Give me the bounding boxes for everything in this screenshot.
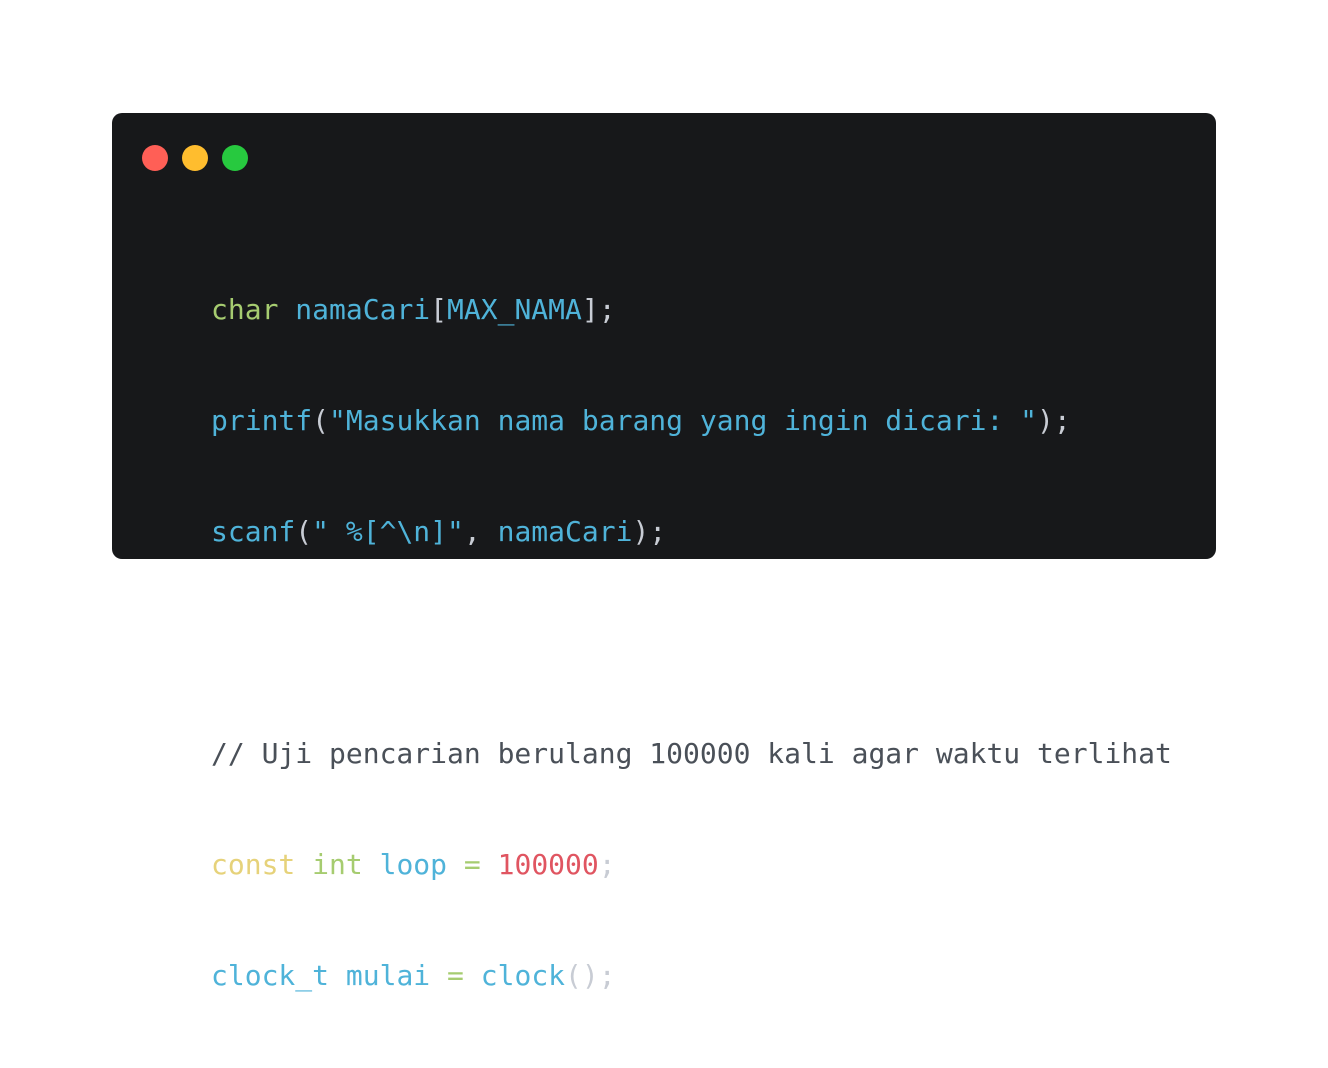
close-dot-icon[interactable] xyxy=(142,145,168,171)
code-token: " %[^\n]" xyxy=(312,515,464,548)
window-controls xyxy=(142,145,248,171)
maximize-dot-icon[interactable] xyxy=(222,145,248,171)
code-token: clock xyxy=(480,959,566,992)
code-token: , xyxy=(463,515,498,548)
code-token: namaCari xyxy=(295,293,431,326)
code-token: mulai xyxy=(345,959,431,992)
code-token: scanf xyxy=(211,515,296,548)
code-token: printf xyxy=(211,404,313,437)
code-line-6: clock_t mulai = clock(); xyxy=(211,957,1172,994)
code-line-3: scanf(" %[^\n]", namaCari); xyxy=(211,513,1172,550)
code-token: const xyxy=(211,848,296,881)
code-token: ( xyxy=(312,404,330,437)
code-token: = xyxy=(430,959,481,992)
code-token: "Masukkan nama barang yang ingin dicari:… xyxy=(329,404,1038,437)
code-token: 100000 xyxy=(497,848,599,881)
code-line-5: const int loop = 100000; xyxy=(211,846,1172,883)
minimize-dot-icon[interactable] xyxy=(182,145,208,171)
code-comment: // Uji pencarian berulang 100000 kali ag… xyxy=(211,737,1172,770)
code-token: int xyxy=(312,848,363,881)
code-token: ( xyxy=(295,515,313,548)
code-line-1: char namaCari[MAX_NAMA]; xyxy=(211,291,1172,328)
code-token: = xyxy=(447,848,498,881)
code-token: char xyxy=(211,293,279,326)
code-token: ]; xyxy=(581,293,616,326)
code-token: ); xyxy=(632,515,667,548)
code-line-4: // Uji pencarian berulang 100000 kali ag… xyxy=(211,735,1172,772)
code-token: namaCari xyxy=(497,515,633,548)
code-token: clock_t xyxy=(211,959,330,992)
code-token: ; xyxy=(598,848,616,881)
code-token: (); xyxy=(565,959,616,992)
code-token: loop xyxy=(379,848,448,881)
code-line-2: printf("Masukkan nama barang yang ingin … xyxy=(211,402,1172,439)
code-token: MAX_NAMA xyxy=(447,293,582,326)
code-block: char namaCari[MAX_NAMA]; printf("Masukka… xyxy=(211,217,1172,1068)
code-token: [ xyxy=(430,293,448,326)
code-window: char namaCari[MAX_NAMA]; printf("Masukka… xyxy=(112,113,1216,992)
code-token: ); xyxy=(1037,404,1071,437)
